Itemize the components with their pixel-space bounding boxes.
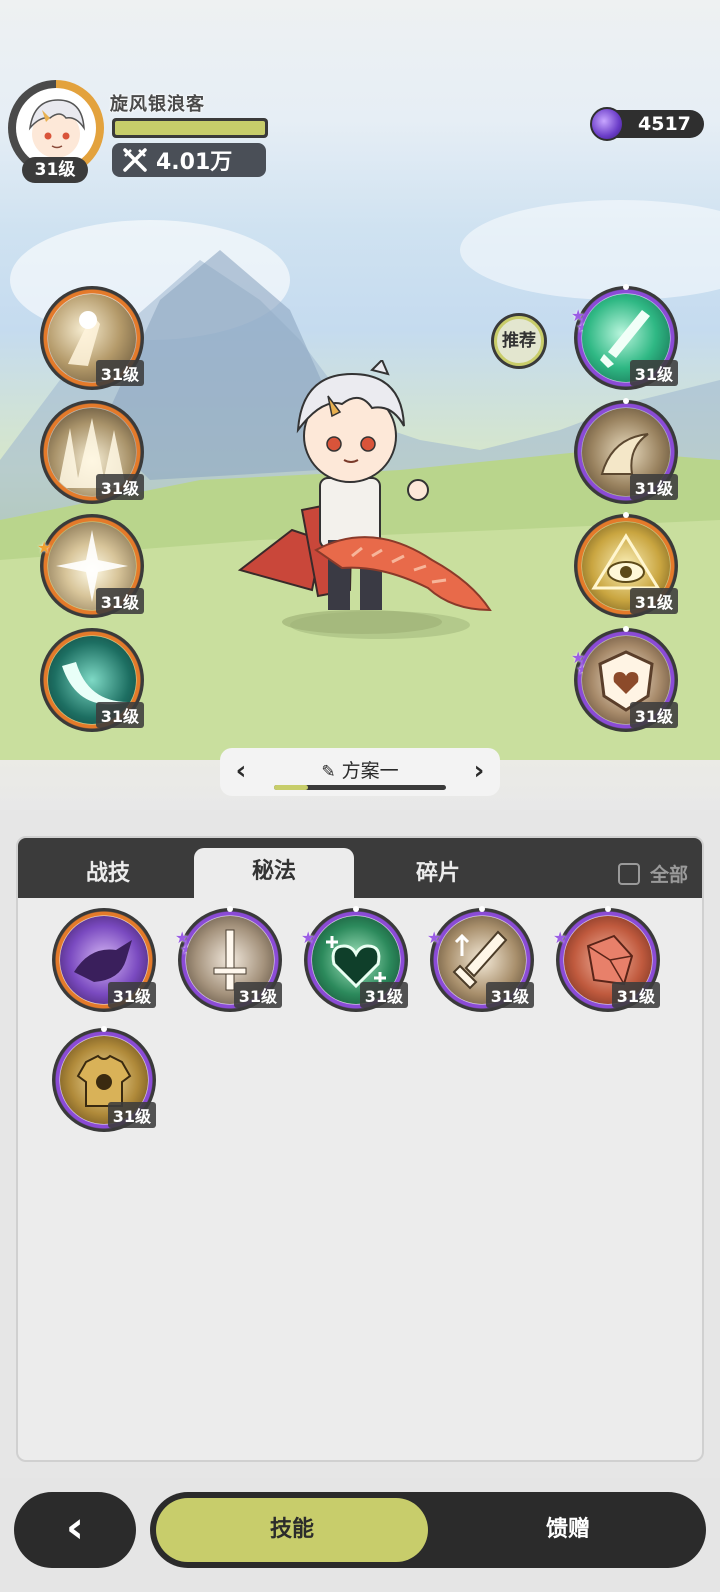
character-name: 旋风银浪客 (110, 94, 205, 115)
star-icon: ★ (301, 928, 316, 947)
inventory-skill[interactable]: 31级 (52, 908, 156, 1012)
star-icon: ★ (553, 928, 568, 947)
inventory-skill[interactable]: ★ 31级 (301, 906, 408, 1012)
skill-slot[interactable]: 31级 (574, 512, 678, 618)
slot-dot (623, 284, 629, 290)
avatar[interactable] (16, 88, 96, 168)
checkbox[interactable] (617, 862, 640, 885)
crossed-swords-icon (123, 148, 147, 172)
skill-level: 31级 (233, 982, 282, 1008)
skill-inventory-panel: 战技 秘法 碎片 全部 31级 ★ ★ 31级 ★ 31级 ★ (16, 836, 704, 1462)
inventory-skill[interactable]: 31级 (52, 1026, 156, 1132)
purple-gem-icon (590, 107, 624, 141)
skill-level: 31级 (95, 702, 144, 728)
slot-dot (623, 626, 629, 632)
recommend-badge[interactable]: 推荐 (494, 316, 544, 366)
skill-level: 31级 (95, 588, 144, 614)
inventory-skill[interactable]: ★ ★ 31级 (175, 906, 282, 1012)
next-plan-button[interactable]: › (464, 756, 494, 786)
slot-dot (101, 1026, 107, 1032)
plan-title[interactable]: ✎ 方案一 (220, 756, 500, 783)
back-button[interactable]: ‹ (14, 1492, 136, 1568)
tab-fragments[interactable]: 碎片 (358, 850, 518, 898)
skill-level: 31级 (485, 982, 534, 1008)
slot-dot (623, 512, 629, 518)
show-all-label: 全部 (649, 864, 688, 886)
gift-tab-button[interactable]: 馈赠 (430, 1492, 706, 1568)
tab-secret-arts[interactable]: 秘法 (194, 848, 354, 898)
slot-dot (227, 906, 233, 912)
mode-toggle: 技能 馈赠 (150, 1492, 706, 1568)
skill-slot[interactable]: 31级 (40, 628, 144, 732)
skill-slot[interactable]: 31级 (40, 286, 144, 390)
skills-tab-button[interactable]: 技能 (156, 1498, 428, 1562)
hero-portrait-icon (28, 99, 85, 158)
loadout-selector: ‹ ✎ 方案一 › (220, 748, 500, 796)
plan-name: 方案一 (341, 760, 399, 782)
skill-slot[interactable]: ★ 31级 (37, 514, 144, 618)
edit-pencil-icon: ✎ (321, 762, 336, 782)
skill-level: 31级 (95, 360, 144, 386)
skill-slot[interactable]: 31级 (574, 398, 678, 504)
skill-slot[interactable]: ★ ★ 31级 (571, 284, 678, 390)
skill-level: 31级 (107, 982, 156, 1008)
hp-bar-fill (115, 121, 265, 135)
skill-slot[interactable]: 31级 (40, 400, 144, 504)
tab-bar: 战技 秘法 碎片 全部 (18, 838, 702, 898)
slot-dot (479, 906, 485, 912)
tab-combat-skills[interactable]: 战技 (28, 850, 188, 898)
player-level-badge: 31级 (22, 157, 88, 183)
plan-progress-fill (274, 785, 309, 790)
inventory-skill[interactable]: ★ 31级 (427, 906, 534, 1012)
skill-level: 31级 (629, 702, 678, 728)
star-icon: ★ (427, 928, 442, 947)
skill-level: 31级 (359, 982, 408, 1008)
plan-progress-track (274, 785, 446, 790)
slot-dot (353, 906, 359, 912)
inventory-skill[interactable]: ★ 31级 (553, 906, 660, 1012)
skill-level: 31级 (107, 1102, 156, 1128)
hero-character (237, 360, 492, 634)
skill-level: 31级 (629, 588, 678, 614)
slot-dot (605, 906, 611, 912)
skill-slot[interactable]: ★ ★ 31级 (571, 626, 678, 732)
show-all-toggle[interactable]: 全部 (617, 860, 688, 887)
currency-amount: 4517 (638, 113, 691, 135)
combat-power-value: 4.01万 (156, 150, 233, 175)
bottom-bar: ‹ 技能 馈赠 (0, 1478, 720, 1592)
combat-power: 4.01万 (112, 143, 266, 177)
slot-dot (623, 398, 629, 404)
skill-level: 31级 (629, 360, 678, 386)
hp-bar (112, 118, 268, 138)
skill-level: 31级 (629, 474, 678, 500)
skill-level: 31级 (611, 982, 660, 1008)
skill-level: 31级 (95, 474, 144, 500)
